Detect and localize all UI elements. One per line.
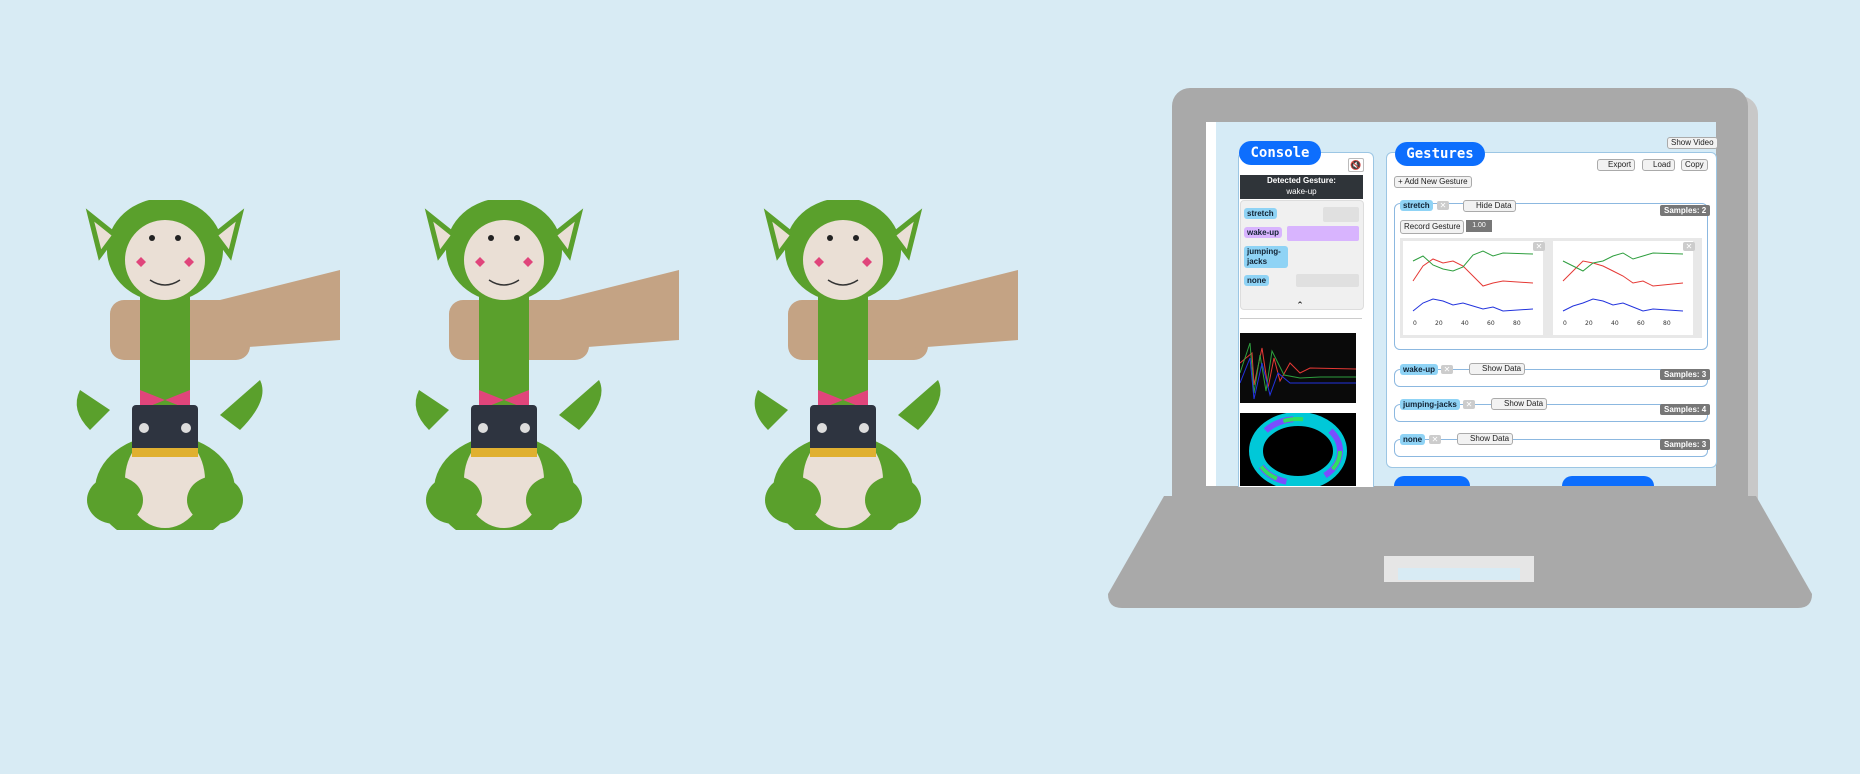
toggle-data-wake-up[interactable]: Show Data xyxy=(1469,363,1526,375)
toggle-data-jumping-jacks[interactable]: Show Data xyxy=(1491,398,1548,410)
show-video-button[interactable]: Show Video xyxy=(1667,137,1718,149)
bottom-pill-left xyxy=(1394,476,1470,486)
console-title: Console xyxy=(1239,141,1321,165)
samples-wake-up: Samples: 3 xyxy=(1660,369,1711,380)
svg-text:20: 20 xyxy=(1435,320,1443,327)
prob-label-wake-up: wake-up xyxy=(1244,227,1283,238)
delete-stretch-icon[interactable]: ✕ xyxy=(1437,201,1449,210)
prob-bar-stretch xyxy=(1323,207,1359,222)
detected-value: wake-up xyxy=(1286,187,1317,196)
svg-text:40: 40 xyxy=(1461,320,1469,327)
load-button[interactable]: Load xyxy=(1642,159,1675,171)
add-new-gesture-button[interactable]: + Add New Gesture xyxy=(1394,176,1472,188)
prob-label-none: none xyxy=(1244,275,1270,286)
svg-text:80: 80 xyxy=(1663,320,1671,327)
copy-button[interactable]: Copy xyxy=(1681,159,1708,171)
svg-text:60: 60 xyxy=(1637,320,1645,327)
sample-plot-2: 0 20 40 60 80 xyxy=(1553,241,1693,335)
samples-stretch: Samples: 2 xyxy=(1660,205,1711,216)
collapse-chevron-icon[interactable]: ⌃ xyxy=(1290,300,1310,310)
delete-wake-up-icon[interactable]: ✕ xyxy=(1441,365,1453,374)
toggle-data-none[interactable]: Show Data xyxy=(1457,433,1514,445)
delete-jumping-jacks-icon[interactable]: ✕ xyxy=(1463,400,1475,409)
record-duration[interactable]: 1.00 xyxy=(1466,220,1492,232)
svg-text:60: 60 xyxy=(1487,320,1495,327)
svg-text:80: 80 xyxy=(1513,320,1521,327)
samples-none: Samples: 3 xyxy=(1660,439,1711,450)
delete-sample-1-icon[interactable]: ✕ xyxy=(1533,242,1545,251)
detected-label: Detected Gesture: xyxy=(1267,176,1336,185)
svg-text:0: 0 xyxy=(1413,320,1417,327)
gesture-name-jumping-jacks[interactable]: jumping-jacks xyxy=(1400,399,1460,410)
detected-gesture-box: Detected Gesture: wake-up xyxy=(1240,175,1363,199)
delete-none-icon[interactable]: ✕ xyxy=(1429,435,1441,444)
delete-sample-2-icon[interactable]: ✕ xyxy=(1683,242,1695,251)
sample-plot-1: 0 20 40 60 80 xyxy=(1403,241,1543,335)
laptop-base xyxy=(1108,496,1812,608)
gesture-name-none[interactable]: none xyxy=(1400,434,1426,445)
prob-bar-wake-up xyxy=(1287,226,1359,241)
dragon-toy-3 xyxy=(748,200,1018,530)
toggle-data-stretch[interactable]: Hide Data xyxy=(1463,200,1516,212)
record-gesture-button[interactable]: Record Gesture xyxy=(1400,220,1465,234)
prob-bar-none xyxy=(1296,274,1359,287)
dragon-toy-1 xyxy=(76,200,340,530)
divider xyxy=(1240,318,1362,319)
svg-text:20: 20 xyxy=(1585,320,1593,327)
bottom-pill-right xyxy=(1562,476,1654,486)
gestures-title: Gestures xyxy=(1395,142,1485,166)
signal-graph xyxy=(1240,333,1356,403)
dragon-toy-2 xyxy=(409,200,679,530)
export-button[interactable]: Export xyxy=(1597,159,1636,171)
samples-jumping-jacks: Samples: 4 xyxy=(1660,404,1711,415)
gesture-name-wake-up[interactable]: wake-up xyxy=(1400,364,1439,375)
svg-text:40: 40 xyxy=(1611,320,1619,327)
orientation-visual xyxy=(1240,413,1356,486)
prob-label-stretch: stretch xyxy=(1244,208,1277,219)
prob-label-jumping-jacks: jumping-jacks xyxy=(1244,246,1288,268)
mute-icon[interactable]: 🔇 xyxy=(1348,158,1364,172)
svg-text:0: 0 xyxy=(1563,320,1567,327)
gesture-name-stretch[interactable]: stretch xyxy=(1400,200,1433,211)
